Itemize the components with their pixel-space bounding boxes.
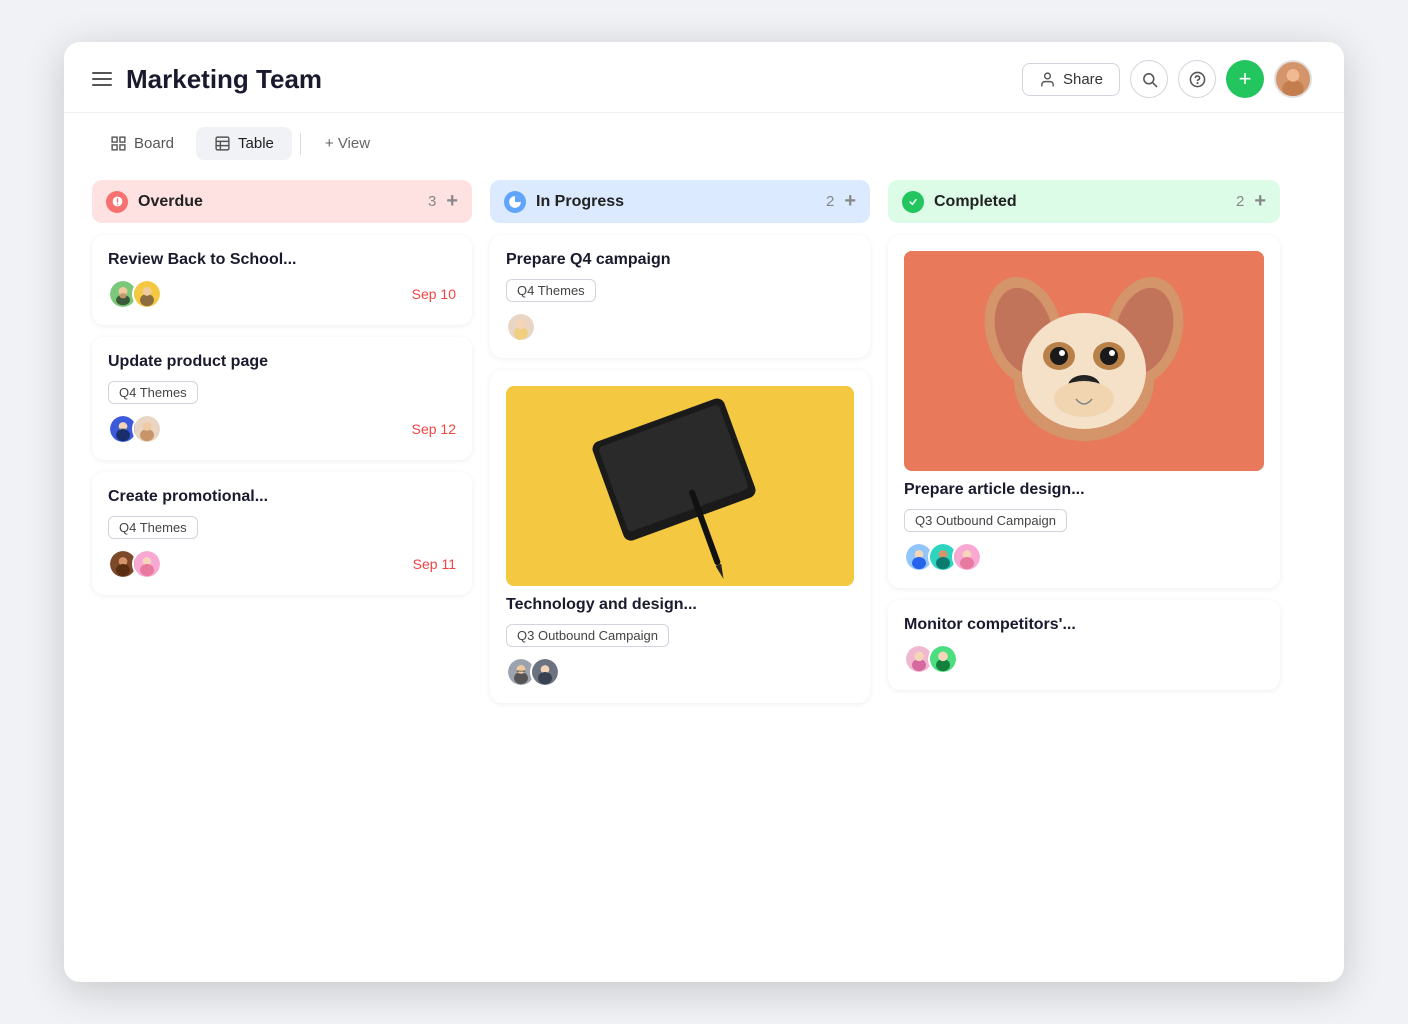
card-title: Create promotional... xyxy=(108,488,456,506)
person-icon xyxy=(1039,71,1056,88)
avatar-image xyxy=(1276,60,1310,98)
tab-view-label: + View xyxy=(325,135,370,152)
card-title: Prepare Q4 campaign xyxy=(506,251,854,269)
card-image-tablet xyxy=(506,386,854,586)
card-footer: Sep 12 xyxy=(108,414,456,444)
card-tag: Q3 Outbound Campaign xyxy=(506,624,669,647)
card-title: Technology and design... xyxy=(506,596,854,614)
avatar-6 xyxy=(132,549,162,579)
card-tag: Q3 Outbound Campaign xyxy=(904,509,1067,532)
card-image-dog xyxy=(904,251,1264,471)
card-footer: Sep 11 xyxy=(108,549,456,579)
inprogress-add-button[interactable]: + xyxy=(844,190,856,213)
table-icon xyxy=(214,135,231,152)
dog-illustration xyxy=(904,251,1264,471)
inprogress-status-icon xyxy=(504,191,526,213)
column-header-overdue: Overdue 3 + xyxy=(92,180,472,223)
card-footer: Sep 10 xyxy=(108,279,456,309)
inprogress-title: In Progress xyxy=(536,193,816,211)
avatar-blonde xyxy=(506,312,536,342)
tab-divider xyxy=(300,133,301,155)
board-icon xyxy=(110,135,127,152)
card-create-promotional[interactable]: Create promotional... Q4 Themes xyxy=(92,472,472,595)
card-review-back-to-school[interactable]: Review Back to School... xyxy=(92,235,472,325)
search-button[interactable] xyxy=(1130,60,1168,98)
card-update-product-page[interactable]: Update product page Q4 Themes xyxy=(92,337,472,460)
search-icon xyxy=(1141,71,1158,88)
help-button[interactable] xyxy=(1178,60,1216,98)
header-left: Marketing Team xyxy=(92,64,322,95)
card-prepare-article[interactable]: Prepare article design... Q3 Outbound Ca… xyxy=(888,235,1280,588)
column-overdue: Overdue 3 + Review Back to School... xyxy=(92,180,472,954)
overdue-title: Overdue xyxy=(138,193,418,211)
page-title: Marketing Team xyxy=(126,64,322,95)
card-technology-design[interactable]: Technology and design... Q3 Outbound Cam… xyxy=(490,370,870,703)
column-header-inprogress: In Progress 2 + xyxy=(490,180,870,223)
completed-status-icon xyxy=(902,191,924,213)
share-label: Share xyxy=(1063,71,1103,88)
card-title: Review Back to School... xyxy=(108,251,456,269)
card-title: Prepare article design... xyxy=(904,481,1264,499)
overdue-count: 3 xyxy=(428,193,436,210)
card-avatars xyxy=(904,644,1264,674)
add-button[interactable]: + xyxy=(1226,60,1264,98)
add-icon: + xyxy=(1239,68,1252,90)
tab-board-label: Board xyxy=(134,135,174,152)
completed-title: Completed xyxy=(934,193,1226,211)
card-title: Update product page xyxy=(108,353,456,371)
tab-table-label: Table xyxy=(238,135,274,152)
nav-tabs: Board Table + View xyxy=(64,113,1344,170)
card-avatars xyxy=(108,549,156,579)
help-icon xyxy=(1189,71,1206,88)
card-tag: Q4 Themes xyxy=(506,279,596,302)
card-title: Monitor competitors'... xyxy=(904,616,1264,634)
column-completed: Completed 2 + xyxy=(888,180,1280,954)
card-avatars xyxy=(904,542,1264,572)
completed-count: 2 xyxy=(1236,193,1244,210)
card-avatars xyxy=(506,657,854,687)
user-avatar[interactable] xyxy=(1274,60,1312,98)
tablet-illustration xyxy=(510,386,850,586)
completed-add-button[interactable]: + xyxy=(1254,190,1266,213)
card-avatars xyxy=(506,312,854,342)
overdue-add-button[interactable]: + xyxy=(446,190,458,213)
tab-board[interactable]: Board xyxy=(92,127,192,160)
card-avatars xyxy=(108,279,156,309)
card-tag: Q4 Themes xyxy=(108,381,198,404)
inprogress-count: 2 xyxy=(826,193,834,210)
column-header-completed: Completed 2 + xyxy=(888,180,1280,223)
due-date: Sep 11 xyxy=(413,556,456,572)
avatar-man2 xyxy=(530,657,560,687)
card-tag: Q4 Themes xyxy=(108,516,198,539)
card-avatars xyxy=(108,414,156,444)
tab-add-view[interactable]: + View xyxy=(309,127,386,160)
card-monitor-competitors[interactable]: Monitor competitors'... xyxy=(888,600,1280,690)
due-date: Sep 12 xyxy=(412,421,456,437)
kanban-board: Overdue 3 + Review Back to School... xyxy=(64,170,1344,982)
due-date: Sep 10 xyxy=(412,286,456,302)
avatar-woman2 xyxy=(928,644,958,674)
tab-table[interactable]: Table xyxy=(196,127,292,160)
column-inprogress: In Progress 2 + Prepare Q4 campaign Q4 T… xyxy=(490,180,870,954)
hamburger-icon[interactable] xyxy=(92,72,112,86)
avatar-4 xyxy=(132,414,162,444)
header: Marketing Team Share xyxy=(64,42,1344,113)
header-right: Share + xyxy=(1022,60,1312,98)
card-prepare-q4[interactable]: Prepare Q4 campaign Q4 Themes xyxy=(490,235,870,358)
avatar-pink2 xyxy=(952,542,982,572)
overdue-status-icon xyxy=(106,191,128,213)
avatar-2 xyxy=(132,279,162,309)
share-button[interactable]: Share xyxy=(1022,63,1120,96)
app-window: Marketing Team Share xyxy=(64,42,1344,982)
